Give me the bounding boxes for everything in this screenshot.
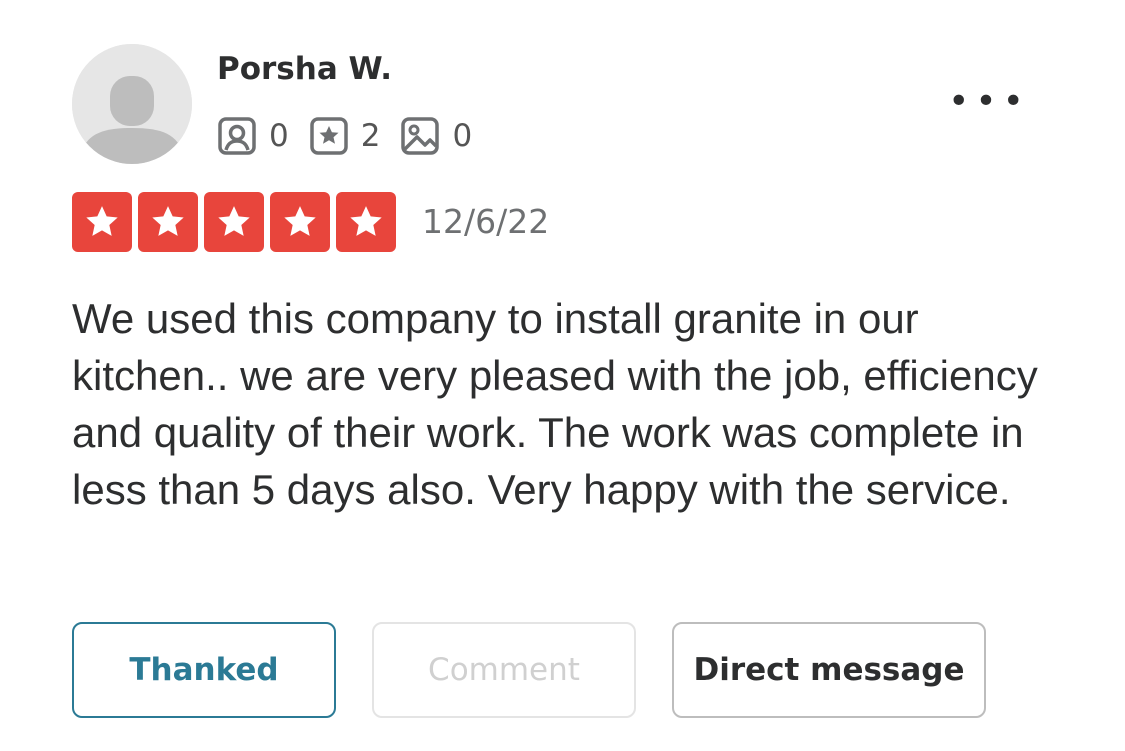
- star-icon: [138, 192, 198, 252]
- star-icon: [204, 192, 264, 252]
- star-rating: [72, 192, 402, 252]
- review-star-icon: [309, 117, 348, 155]
- direct-message-button[interactable]: Direct message: [672, 622, 986, 718]
- thanked-button[interactable]: Thanked: [72, 622, 336, 718]
- photos-count: 0: [400, 114, 472, 158]
- reviewer-stats: 0 2 0: [217, 114, 492, 158]
- photo-icon: [401, 117, 440, 155]
- friends-count-value: 0: [269, 118, 289, 154]
- comment-button[interactable]: Comment: [372, 622, 636, 718]
- star-icon: [270, 192, 330, 252]
- reviews-count-value: 2: [360, 118, 381, 154]
- star-icon: [336, 192, 396, 252]
- star-icon: [72, 192, 132, 252]
- friends-icon: [218, 117, 256, 155]
- more-options-icon: •••: [948, 80, 1030, 122]
- review-text: We used this company to install granite …: [72, 295, 1038, 513]
- photos-count-value: 0: [452, 118, 473, 154]
- default-user-avatar-icon: [72, 44, 192, 164]
- more-options-button[interactable]: •••: [948, 80, 1030, 122]
- review-date: 12/6/22: [422, 202, 550, 241]
- review-card: Porsha W. 0 2 0 ••• 12/6/22 We used this…: [0, 0, 1125, 751]
- reviewer-name[interactable]: Porsha W.: [217, 50, 392, 88]
- avatar[interactable]: [72, 44, 192, 164]
- friends-count: 0: [217, 114, 289, 158]
- reviews-count: 2: [309, 114, 381, 158]
